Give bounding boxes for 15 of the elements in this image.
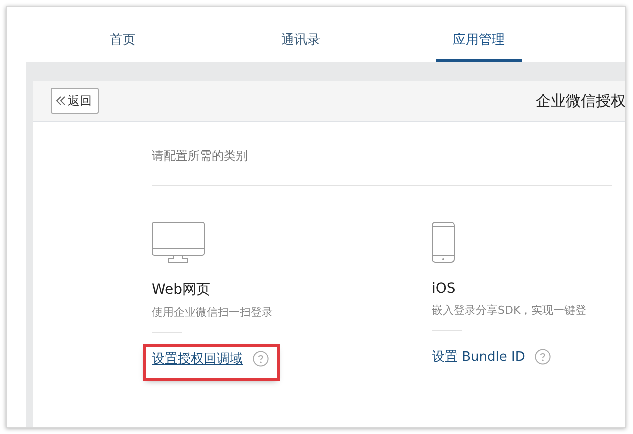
prompt-text: 请配置所需的类别 — [152, 148, 249, 165]
settings-link[interactable]: 设置授权回调域 — [152, 350, 243, 368]
back-button[interactable]: 返回 — [51, 88, 99, 114]
platform-name: iOS — [432, 281, 457, 297]
platform-description: 嵌入登录分享SDK，实现一键登 — [432, 303, 588, 318]
platform-name: Web网页 — [152, 281, 212, 299]
settings-link[interactable]: 设置 Bundle ID — [432, 348, 526, 366]
monitor-icon — [152, 222, 206, 263]
phone-icon — [432, 222, 455, 263]
nav-tab[interactable]: 首页 — [80, 31, 166, 62]
help-icon[interactable] — [535, 349, 552, 365]
nav-tab[interactable]: 通讯录 — [258, 31, 344, 62]
help-icon[interactable] — [253, 351, 269, 367]
double-chevron-icon — [56, 96, 66, 106]
platform-description: 使用企业微信扫一扫登录 — [152, 305, 274, 320]
